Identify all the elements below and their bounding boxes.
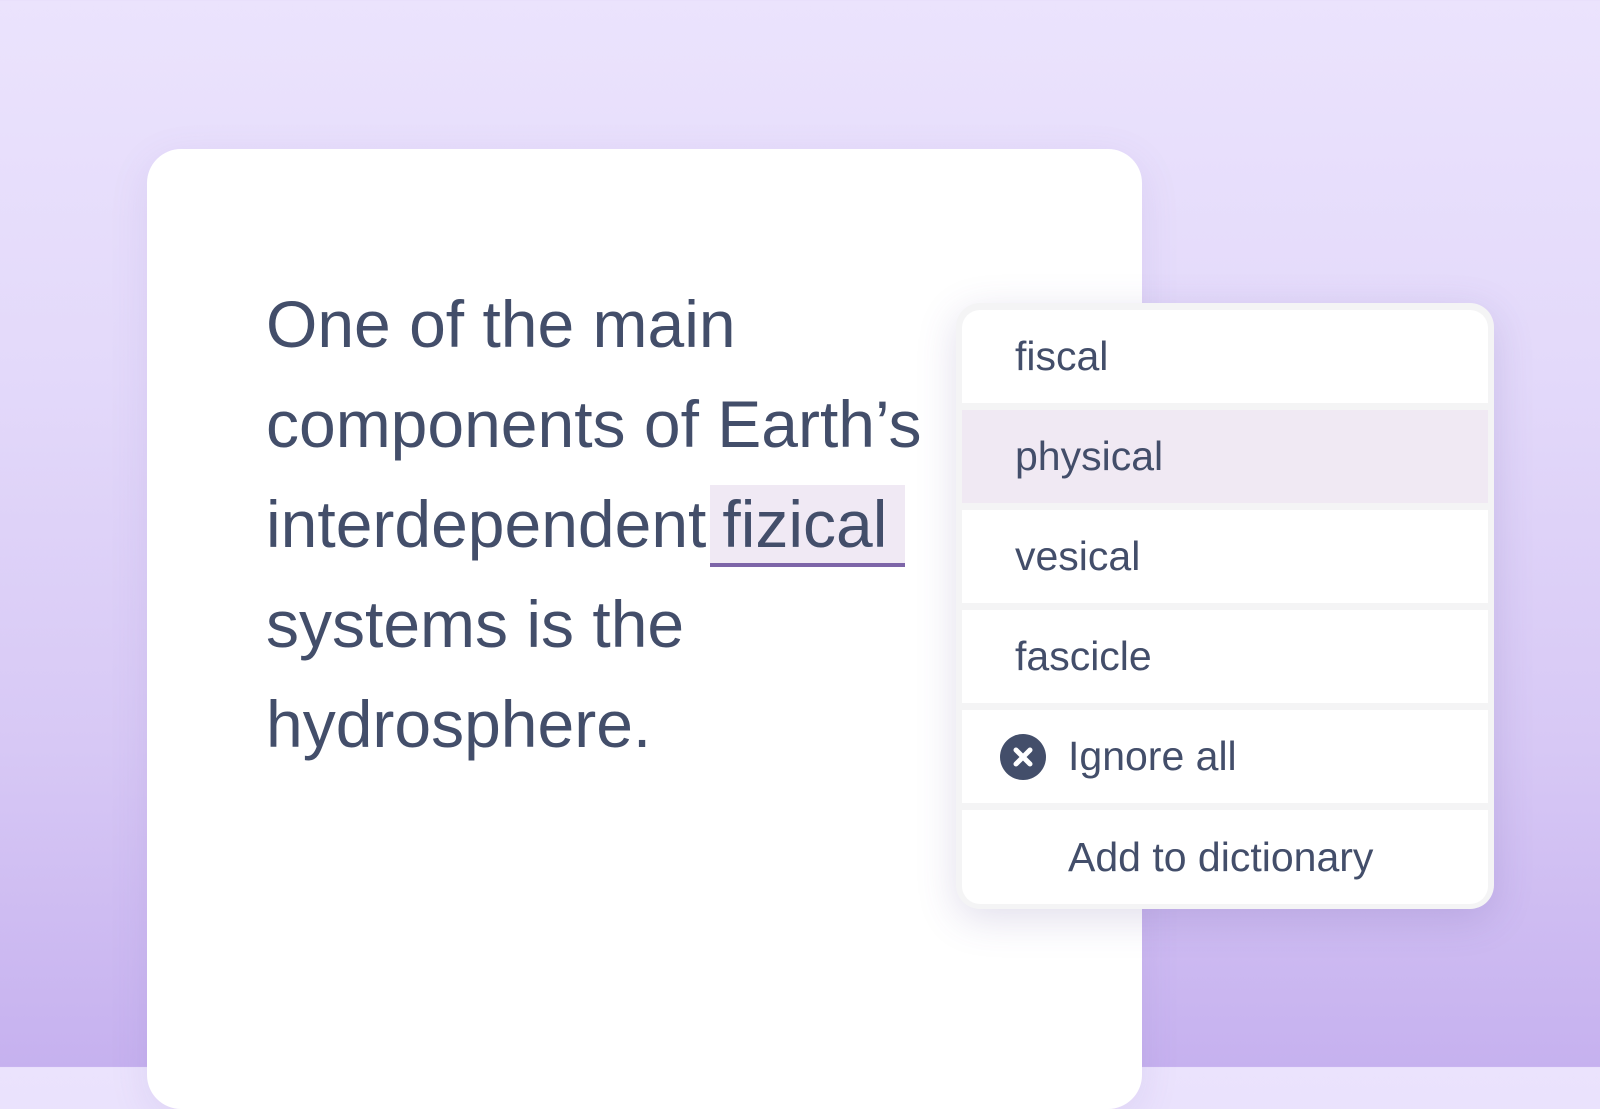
- close-circle-icon: [1000, 733, 1046, 780]
- suggestion-label: fascicle: [1015, 633, 1152, 679]
- document-line-5: hydrosphere.: [266, 687, 652, 761]
- suggestion-label: physical: [1015, 433, 1164, 479]
- suggestion-vesical[interactable]: vesical: [962, 510, 1488, 603]
- document-line-2: components of Earth’s: [266, 387, 922, 461]
- add-to-dictionary-button[interactable]: Add to dictionary: [962, 810, 1488, 904]
- spelling-suggestions-menu: fiscal physical vesical fascicle Ignore …: [956, 303, 1494, 909]
- suggestion-fascicle[interactable]: fascicle: [962, 610, 1488, 703]
- suggestion-physical[interactable]: physical: [962, 410, 1488, 503]
- document-line-4: systems is the: [266, 587, 685, 661]
- add-to-dictionary-label: Add to dictionary: [1068, 833, 1374, 880]
- suggestion-label: vesical: [1015, 533, 1141, 579]
- document-text[interactable]: One of the main components of Earth’s in…: [266, 274, 986, 774]
- misspelled-word[interactable]: fizical: [710, 485, 906, 567]
- ignore-all-button[interactable]: Ignore all: [962, 710, 1488, 803]
- document-line-1: One of the main: [266, 287, 736, 361]
- document-line-3-prefix: interdependent: [266, 487, 707, 561]
- suggestion-label: fiscal: [1015, 333, 1109, 379]
- suggestion-fiscal[interactable]: fiscal: [962, 310, 1488, 403]
